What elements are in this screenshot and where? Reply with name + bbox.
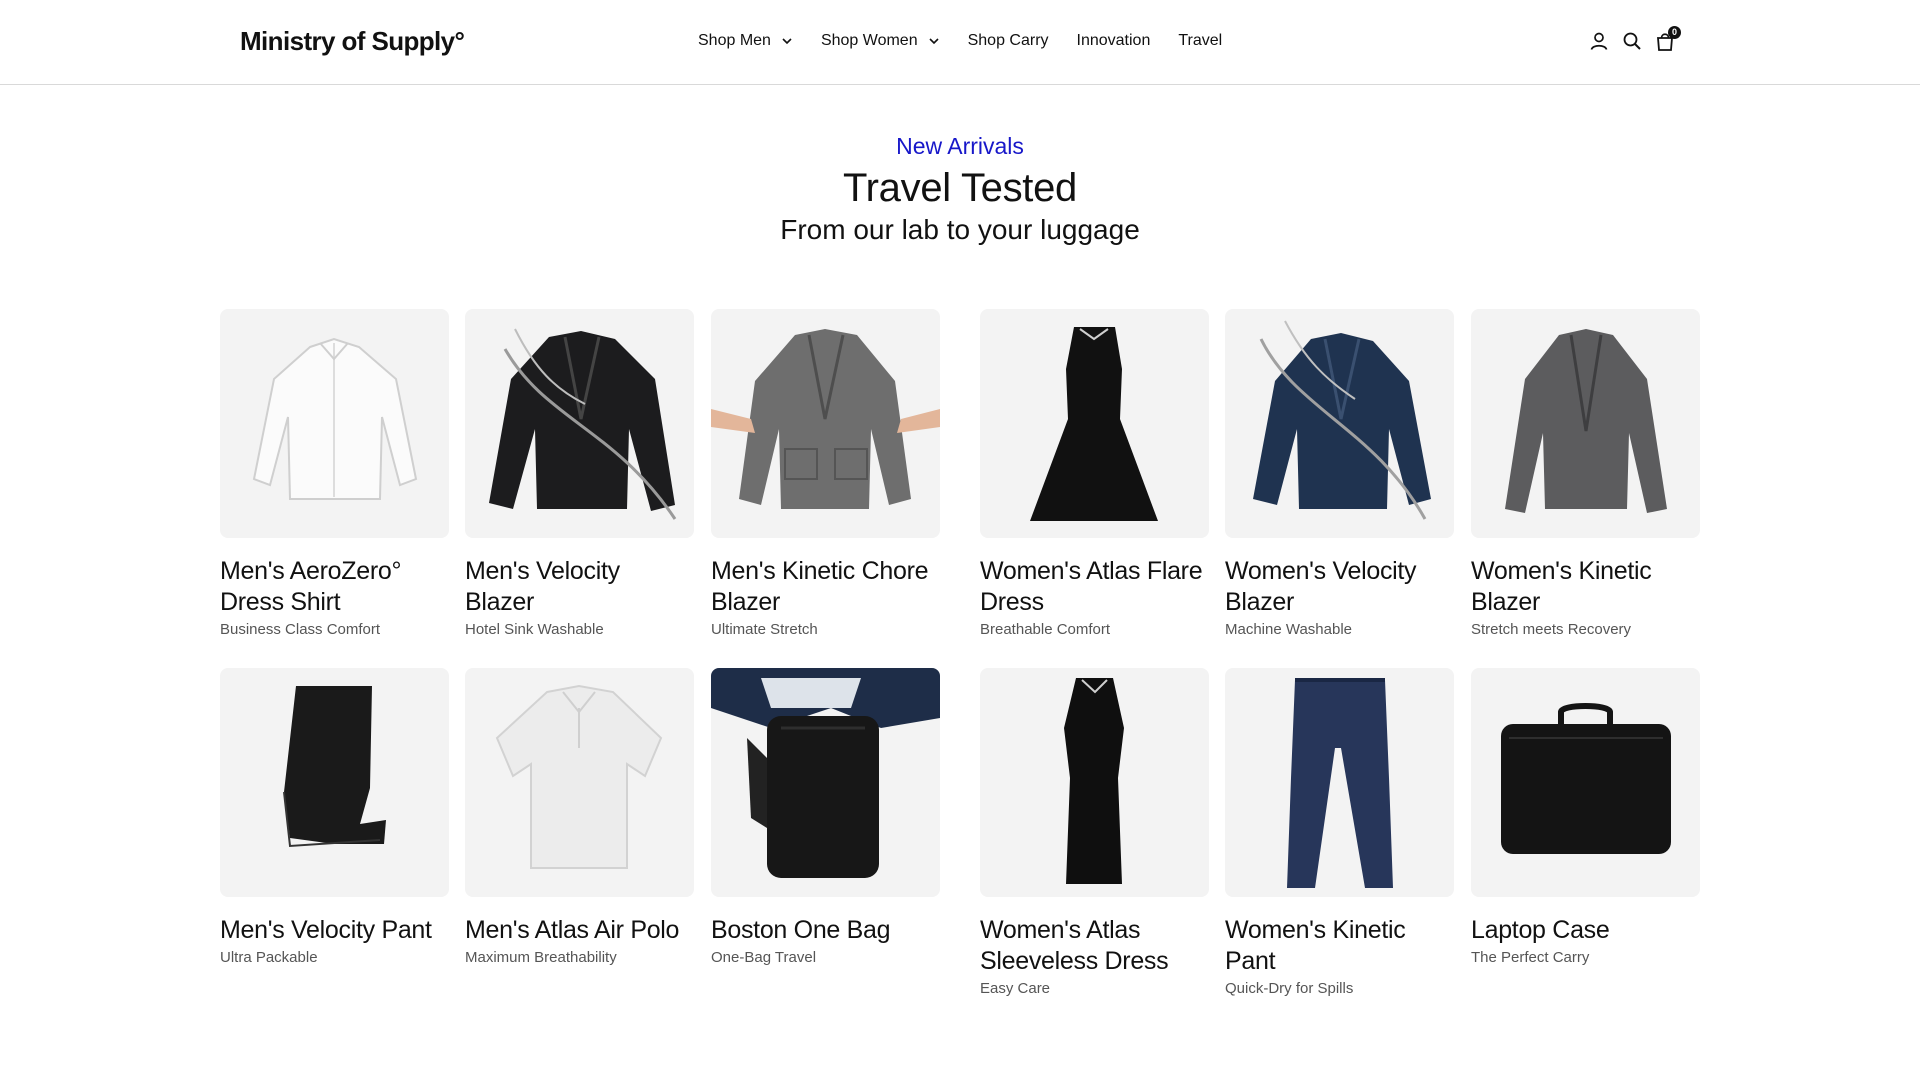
- section-title: Travel Tested: [843, 166, 1077, 210]
- product-tagline: Ultimate Stretch: [711, 621, 818, 638]
- product-card[interactable]: Men's Atlas Air Polo Maximum Breathabili…: [465, 668, 694, 966]
- product-image[interactable]: [711, 668, 940, 897]
- product-name: Men's Velocity Blazer: [465, 557, 620, 616]
- nav-label: Shop Carry: [967, 32, 1049, 49]
- product-name: Women's Velocity Blazer: [1225, 557, 1417, 616]
- product-image[interactable]: [980, 309, 1209, 538]
- product-tagline: Business Class Comfort: [220, 621, 381, 638]
- header-icons: 0: [1588, 26, 1687, 52]
- product-image[interactable]: [220, 668, 449, 897]
- product-image[interactable]: [980, 668, 1209, 897]
- product-image[interactable]: [465, 309, 694, 538]
- product-tagline: Quick-Dry for Spills: [1225, 980, 1354, 997]
- chevron-down-icon: [782, 38, 792, 45]
- product-tagline: One-Bag Travel: [711, 949, 817, 966]
- brand-logo[interactable]: Ministry of Supply°: [240, 26, 465, 57]
- product-tagline: The Perfect Carry: [1471, 949, 1590, 966]
- product-card[interactable]: Women's Kinetic Pant Quick-Dry for Spill…: [1225, 668, 1454, 997]
- product-card[interactable]: Men's Velocity Pant Ultra Packable: [220, 668, 449, 966]
- product-name: Women's Atlas Sleeveless Dress: [980, 916, 1169, 975]
- section-subtitle: From our lab to your luggage: [780, 214, 1140, 245]
- site-header: Ministry of Supply° Shop Men Shop Women …: [0, 0, 1920, 85]
- product-card[interactable]: Boston One Bag One-Bag Travel: [711, 668, 940, 966]
- product-image[interactable]: [1225, 309, 1454, 538]
- account-icon[interactable]: [1588, 30, 1610, 52]
- product-card[interactable]: Women's Atlas Sleeveless Dress Easy Care: [980, 668, 1209, 997]
- nav-shop-women[interactable]: Shop Women: [821, 32, 940, 50]
- nav-innovation[interactable]: Innovation: [1077, 32, 1151, 50]
- product-tagline: Maximum Breathability: [465, 949, 617, 966]
- product-name: Women's Kinetic Blazer: [1471, 557, 1652, 616]
- product-card[interactable]: Men's Kinetic Chore Blazer Ultimate Stre…: [711, 309, 940, 638]
- product-image[interactable]: [711, 309, 940, 538]
- main-nav: Shop Men Shop Women Shop Carry Innovatio…: [698, 32, 1250, 50]
- product-tagline: Stretch meets Recovery: [1471, 621, 1632, 638]
- cart-icon[interactable]: 0: [1654, 26, 1681, 52]
- product-card[interactable]: Laptop Case The Perfect Carry: [1471, 668, 1700, 966]
- product-tagline: Breathable Comfort: [980, 621, 1111, 638]
- product-tagline: Easy Care: [980, 980, 1051, 997]
- product-name: Men's Velocity Pant: [220, 916, 432, 944]
- product-name: Laptop Case: [1471, 916, 1610, 944]
- product-image[interactable]: [1471, 309, 1700, 538]
- chevron-down-icon: [929, 38, 939, 45]
- nav-label: Travel: [1178, 32, 1223, 49]
- product-name: Women's Atlas Flare Dress: [980, 557, 1203, 616]
- product-name: Men's Kinetic Chore Blazer: [711, 557, 929, 616]
- nav-label: Shop Men: [698, 32, 771, 49]
- product-image[interactable]: [1471, 668, 1700, 897]
- product-card[interactable]: Women's Atlas Flare Dress Breathable Com…: [980, 309, 1209, 638]
- product-name: Men's Atlas Air Polo: [465, 916, 680, 944]
- product-card[interactable]: Men's Velocity Blazer Hotel Sink Washabl…: [465, 309, 694, 638]
- product-card[interactable]: Men's AeroZero° Dress Shirt Business Cla…: [220, 309, 449, 638]
- product-name: Women's Kinetic Pant: [1225, 916, 1406, 975]
- cart-count-badge: 0: [1668, 26, 1681, 39]
- product-image[interactable]: [465, 668, 694, 897]
- nav-shop-men[interactable]: Shop Men: [698, 32, 793, 50]
- nav-label: Innovation: [1076, 32, 1151, 49]
- product-name: Men's AeroZero° Dress Shirt: [220, 557, 402, 616]
- product-tagline: Ultra Packable: [220, 949, 318, 966]
- section-eyebrow: New Arrivals: [896, 133, 1024, 159]
- product-name: Boston One Bag: [711, 916, 891, 944]
- product-tagline: Machine Washable: [1225, 621, 1353, 638]
- nav-shop-carry[interactable]: Shop Carry: [968, 32, 1049, 50]
- product-tagline: Hotel Sink Washable: [465, 621, 604, 638]
- product-image[interactable]: [220, 309, 449, 538]
- product-card[interactable]: Women's Velocity Blazer Machine Washable: [1225, 309, 1454, 638]
- product-card[interactable]: Women's Kinetic Blazer Stretch meets Rec…: [1471, 309, 1700, 638]
- nav-label: Shop Women: [820, 32, 918, 49]
- search-icon[interactable]: [1621, 30, 1643, 52]
- nav-travel[interactable]: Travel: [1178, 32, 1222, 50]
- product-image[interactable]: [1225, 668, 1454, 897]
